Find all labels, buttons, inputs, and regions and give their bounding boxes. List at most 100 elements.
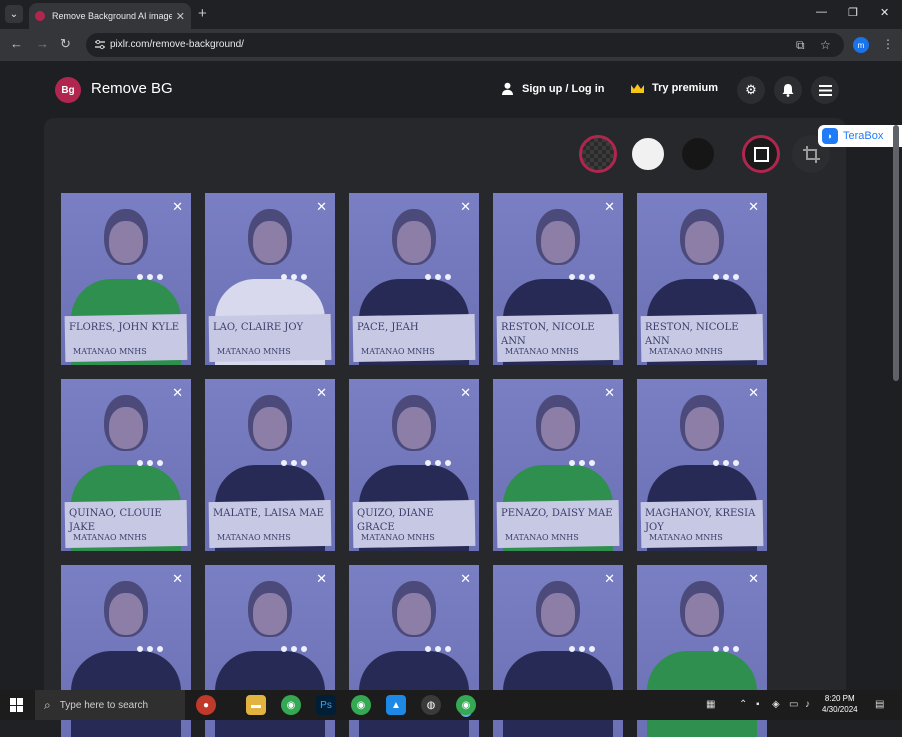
remove-image-close-icon[interactable]: ✕ [748, 385, 759, 401]
photo-card[interactable]: PENAZO, DAISY MAE MATANAO MNHS ✕ [493, 379, 623, 551]
name-sign-text: QUIZO, DIANE GRACE [357, 508, 434, 533]
photo-person-face [109, 221, 143, 263]
remove-image-close-icon[interactable]: ✕ [172, 385, 183, 401]
photo-person-face [253, 221, 287, 263]
remove-image-close-icon[interactable]: ✕ [460, 571, 471, 587]
name-sign-school: MATANAO MNHS [73, 347, 147, 356]
page-scrollbar[interactable] [893, 125, 899, 381]
system-clock[interactable]: 8:20 PM 4/30/2024 [822, 693, 858, 715]
network-icon[interactable]: ▭ [789, 699, 798, 710]
hamburger-menu-button[interactable] [811, 76, 839, 104]
strawberry-widget-icon[interactable]: ● [196, 695, 216, 715]
reload-button[interactable]: ↻ [60, 36, 71, 52]
browser-tab[interactable]: Remove Background AI image ✕ [29, 3, 191, 29]
photo-person-face [397, 593, 431, 635]
bookmark-star-icon[interactable]: ☆ [820, 38, 831, 52]
photo-card[interactable]: QUINAO, CLOUIE JAKE MATANAO MNHS ✕ [61, 379, 191, 551]
back-button[interactable]: ← [10, 36, 23, 51]
photo-person-face [541, 221, 575, 263]
photo-card[interactable]: LAO, CLAIRE JOY MATANAO MNHS ✕ [205, 193, 335, 365]
chrome-icon[interactable]: ◉ [281, 695, 301, 715]
bell-icon [782, 83, 794, 97]
settings-button[interactable]: ⚙ [737, 76, 765, 104]
remove-image-close-icon[interactable]: ✕ [604, 571, 615, 587]
remove-image-close-icon[interactable]: ✕ [172, 571, 183, 587]
photo-card[interactable]: QUIZO, DIANE GRACE MATANAO MNHS ✕ [349, 379, 479, 551]
name-sign-school: MATANAO MNHS [217, 347, 291, 356]
volume-icon[interactable]: ♪ [805, 699, 810, 710]
remove-image-close-icon[interactable]: ✕ [316, 571, 327, 587]
tab-favicon-icon [35, 11, 45, 21]
logo-icon[interactable]: Bg [55, 77, 81, 103]
photo-card[interactable]: MAGHANOY, KRESIA JOY MATANAO MNHS ✕ [637, 379, 767, 551]
tray-app-icon[interactable]: ▪ [756, 699, 760, 710]
minimize-button[interactable]: — [816, 6, 827, 18]
remove-image-close-icon[interactable]: ✕ [460, 199, 471, 215]
recorder-app-icon[interactable]: ◍ [421, 695, 441, 715]
taskbar-search-box[interactable]: ⌕ Type here to search [35, 690, 185, 720]
name-sign-text: QUINAO, CLOUIE JAKE [69, 508, 162, 533]
photo-person-face [541, 593, 575, 635]
remove-image-close-icon[interactable]: ✕ [316, 385, 327, 401]
photo-person-face [397, 221, 431, 263]
input-method-icon[interactable]: ▦ [706, 699, 715, 710]
photo-card[interactable]: MALATE, LAISA MAE MATANAO MNHS ✕ [205, 379, 335, 551]
photo-person-face [685, 221, 719, 263]
remove-image-close-icon[interactable]: ✕ [604, 385, 615, 401]
defender-icon[interactable]: ◈ [772, 699, 780, 710]
crop-icon [802, 145, 820, 163]
photo-card[interactable]: RESTON, NICOLE ANN MATANAO MNHS ✕ [637, 193, 767, 365]
background-black-swatch[interactable] [679, 135, 717, 173]
menu-icon [818, 84, 832, 96]
loading-dots-icon [569, 274, 595, 280]
name-sign-school: MATANAO MNHS [361, 533, 435, 542]
tab-list-button[interactable]: ⌄ [5, 5, 23, 23]
notification-center-icon[interactable]: ▤ [875, 699, 884, 710]
forward-button[interactable]: → [36, 36, 49, 51]
name-sign-school: MATANAO MNHS [649, 347, 723, 356]
address-bar[interactable]: pixlr.com/remove-background/ ⧉ ☆ [86, 33, 844, 57]
signup-login-link[interactable]: Sign up / Log in [501, 82, 604, 95]
photo-person-face [253, 593, 287, 635]
remove-image-close-icon[interactable]: ✕ [604, 199, 615, 215]
install-app-icon[interactable]: ⧉ [796, 38, 805, 53]
photo-card[interactable]: FLORES, JOHN KYLE MATANAO MNHS ✕ [61, 193, 191, 365]
loading-dots-icon [713, 460, 739, 466]
photoshop-icon[interactable]: Ps [316, 695, 336, 715]
maximize-button[interactable]: ❐ [848, 6, 858, 19]
loading-dots-icon [425, 274, 451, 280]
name-sign-school: MATANAO MNHS [361, 347, 435, 356]
profile-avatar[interactable]: m [853, 37, 869, 53]
browser-menu-icon[interactable]: ⋮ [882, 37, 894, 51]
file-explorer-icon[interactable]: ▬ [246, 695, 266, 715]
name-sign-school: MATANAO MNHS [505, 533, 579, 542]
new-tab-button[interactable]: + [198, 5, 207, 22]
url-text: pixlr.com/remove-background/ [110, 39, 244, 50]
photo-person-face [685, 407, 719, 449]
remove-image-close-icon[interactable]: ✕ [748, 571, 759, 587]
photo-person-face [109, 407, 143, 449]
signup-login-label: Sign up / Log in [522, 82, 605, 95]
chrome-active-icon[interactable]: ◉ [456, 695, 476, 715]
chrome-profile-icon[interactable]: ◉ [351, 695, 371, 715]
window-close-button[interactable]: ✕ [880, 6, 889, 19]
try-premium-link[interactable]: Try premium [631, 82, 718, 94]
windows-start-button[interactable] [10, 698, 24, 712]
photos-app-icon[interactable]: ▲ [386, 695, 406, 715]
site-info-icon[interactable] [94, 39, 106, 50]
notifications-button[interactable] [774, 76, 802, 104]
background-transparent-swatch[interactable] [579, 135, 617, 173]
remove-image-close-icon[interactable]: ✕ [748, 199, 759, 215]
brand-title[interactable]: Remove BG [91, 80, 173, 97]
photo-card[interactable]: PACE, JEAH MATANAO MNHS ✕ [349, 193, 479, 365]
photo-card[interactable]: RESTON, NICOLE ANN MATANAO MNHS ✕ [493, 193, 623, 365]
remove-image-close-icon[interactable]: ✕ [172, 199, 183, 215]
name-sign-text: MAGHANOY, KRESIA JOY [645, 508, 756, 533]
frame-tool-button[interactable] [742, 135, 780, 173]
remove-image-close-icon[interactable]: ✕ [460, 385, 471, 401]
tab-close-icon[interactable]: ✕ [176, 10, 185, 23]
terabox-widget[interactable]: ◗ TeraBox [818, 125, 902, 147]
remove-image-close-icon[interactable]: ✕ [316, 199, 327, 215]
background-white-swatch[interactable] [629, 135, 667, 173]
tray-chevron-icon[interactable]: ⌃ [739, 699, 747, 710]
